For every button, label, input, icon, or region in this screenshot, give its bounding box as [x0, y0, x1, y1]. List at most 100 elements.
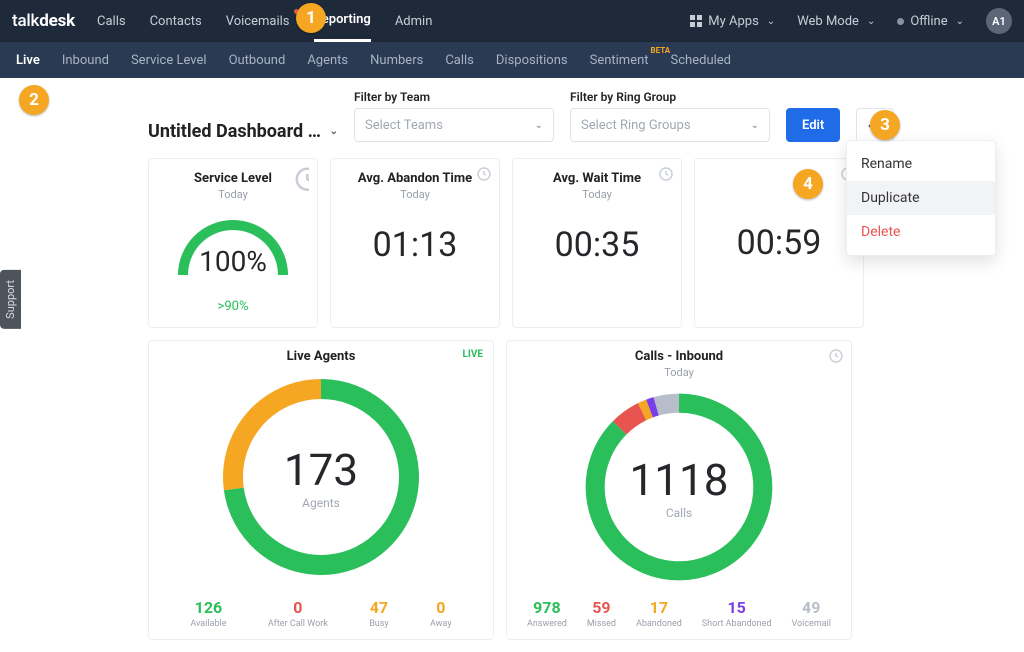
service-level-gauge: 100% — [169, 211, 297, 285]
service-level-value-text: 100% — [199, 245, 267, 278]
nav-calls-label: Calls — [97, 14, 126, 29]
subnav-numbers[interactable]: Numbers — [370, 53, 423, 68]
subnav-sentiment[interactable]: SentimentBETA — [590, 53, 649, 68]
filter-team-group: Filter by Team Select Teams ⌄ — [354, 90, 554, 142]
chevron-down-icon: ⌄ — [767, 16, 775, 27]
legend-item: 15Short Abandoned — [702, 598, 772, 629]
subnav-calls[interactable]: Calls — [445, 53, 474, 68]
menu-delete[interactable]: Delete — [847, 215, 995, 249]
card-wait-title: Avg. Wait Time — [553, 171, 641, 186]
nav-contacts[interactable]: Contacts — [150, 0, 202, 42]
menu-rename-label: Rename — [861, 156, 912, 172]
legend-count: 47 — [370, 598, 388, 617]
card-fourth-value: 00:59 — [737, 223, 822, 263]
status-dot-icon — [897, 18, 904, 25]
subnav-sentiment-label: Sentiment — [590, 53, 649, 68]
menu-duplicate[interactable]: Duplicate — [847, 181, 995, 215]
legend-label: Voicemail — [791, 619, 831, 629]
card-service-level-sub: Today — [218, 188, 248, 201]
subnav-agents-label: Agents — [307, 53, 348, 68]
subnav-service-level[interactable]: Service Level — [131, 53, 207, 68]
edit-button[interactable]: Edit — [786, 108, 840, 142]
subnav-calls-label: Calls — [445, 53, 474, 68]
service-level-threshold: >90% — [218, 299, 249, 314]
edit-button-label: Edit — [802, 118, 824, 133]
filter-team-label: Filter by Team — [354, 90, 554, 104]
presence-label: Offline — [910, 14, 947, 29]
annotation-marker-1: 1 — [296, 3, 326, 33]
legend-item: 126Available — [190, 598, 226, 629]
calls-donut: 1118 Calls — [579, 387, 779, 587]
card-wait-time: Avg. Wait Time Today 00:35 — [512, 158, 682, 328]
filter-ring-placeholder: Select Ring Groups — [581, 118, 691, 133]
nav-calls[interactable]: Calls — [97, 0, 126, 42]
chevron-down-icon: ⌄ — [867, 16, 875, 27]
legend-item: 47Busy — [369, 598, 388, 629]
legend-label: Answered — [527, 619, 567, 629]
clock-icon — [477, 167, 491, 181]
card-wait-sub: Today — [582, 188, 612, 201]
menu-delete-label: Delete — [861, 224, 900, 240]
subnav-live[interactable]: Live — [16, 53, 40, 68]
donut-cards-row: LIVE Live Agents 173 Agents 126Available… — [148, 340, 1024, 640]
subnav-dispositions-label: Dispositions — [496, 53, 568, 68]
legend-count: 0 — [436, 598, 445, 617]
subnav-outbound[interactable]: Outbound — [229, 53, 286, 68]
reporting-subnav: Live Inbound Service Level Outbound Agen… — [0, 42, 1024, 78]
legend-label: Short Abandoned — [702, 619, 772, 629]
chevron-down-icon: ⌄ — [751, 120, 759, 131]
filter-team-select[interactable]: Select Teams ⌄ — [354, 108, 554, 142]
dashboard-title-text: Untitled Dashboard Co… — [148, 121, 322, 142]
marker-3-text: 3 — [880, 115, 890, 135]
my-apps-menu[interactable]: My Apps⌄ — [690, 14, 775, 29]
support-tab[interactable]: Support — [0, 270, 21, 329]
dashboard-content: Untitled Dashboard Co… ⌄ Filter by Team … — [148, 90, 1024, 652]
legend-count: 0 — [293, 598, 302, 617]
legend-item: 59Missed — [587, 598, 616, 629]
presence-status-menu[interactable]: Offline⌄ — [897, 14, 964, 29]
subnav-agents[interactable]: Agents — [307, 53, 348, 68]
card-calls-title: Calls - Inbound — [635, 349, 723, 364]
subnav-scheduled[interactable]: Scheduled — [671, 53, 731, 68]
chevron-down-icon: ⌄ — [535, 120, 543, 131]
subnav-live-label: Live — [16, 53, 40, 68]
nav-admin[interactable]: Admin — [395, 0, 433, 42]
legend-count: 49 — [802, 598, 820, 617]
apps-grid-icon — [690, 15, 702, 27]
legend-item: 49 Voicemail — [791, 598, 831, 629]
legend-item: 17 Abandoned — [636, 598, 682, 629]
live-badge: LIVE — [463, 349, 484, 360]
user-avatar[interactable]: A1 — [986, 8, 1012, 34]
annotation-marker-4: 4 — [793, 169, 823, 199]
nav-voicemails[interactable]: Voicemails — [226, 0, 290, 42]
subnav-inbound-label: Inbound — [62, 53, 109, 68]
web-mode-menu[interactable]: Web Mode⌄ — [797, 14, 875, 29]
nav-admin-label: Admin — [395, 14, 433, 29]
legend-label: Abandoned — [636, 619, 682, 629]
calls-label: Calls — [666, 506, 692, 520]
nav-items: Calls Contacts Voicemails Reporting Admi… — [97, 0, 432, 42]
legend-count: 17 — [650, 598, 668, 617]
filter-ring-select[interactable]: Select Ring Groups ⌄ — [570, 108, 770, 142]
card-service-level: Service Level Today 100% >90% — [148, 158, 318, 328]
menu-rename[interactable]: Rename — [847, 147, 995, 181]
legend-label: Away — [430, 619, 452, 629]
legend-count: 978 — [533, 598, 561, 617]
filter-ring-group: Filter by Ring Group Select Ring Groups … — [570, 90, 770, 142]
avatar-initials: A1 — [992, 15, 1006, 28]
subnav-dispositions[interactable]: Dispositions — [496, 53, 568, 68]
legend-item: 978 Answered — [527, 598, 567, 629]
calls-legend: 978 Answered 59Missed 17 Abandoned 15Short Ab… — [507, 598, 851, 629]
card-abandon-time: Avg. Abandon Time Today 01:13 — [330, 158, 500, 328]
card-fourth-metric: 00:59 — [694, 158, 864, 328]
brand-a: talk — [12, 11, 39, 31]
marker-2-text: 2 — [29, 90, 39, 110]
card-abandon-value: 01:13 — [373, 225, 458, 265]
nav-voicemails-label: Voicemails — [226, 14, 290, 29]
card-abandon-sub: Today — [400, 188, 430, 201]
marker-4-text: 4 — [803, 174, 813, 194]
live-agents-value: 173 — [284, 444, 358, 496]
brand-logo[interactable]: talkdesk — [12, 11, 75, 31]
dashboard-title-dropdown[interactable]: Untitled Dashboard Co… ⌄ — [148, 121, 338, 142]
subnav-inbound[interactable]: Inbound — [62, 53, 109, 68]
